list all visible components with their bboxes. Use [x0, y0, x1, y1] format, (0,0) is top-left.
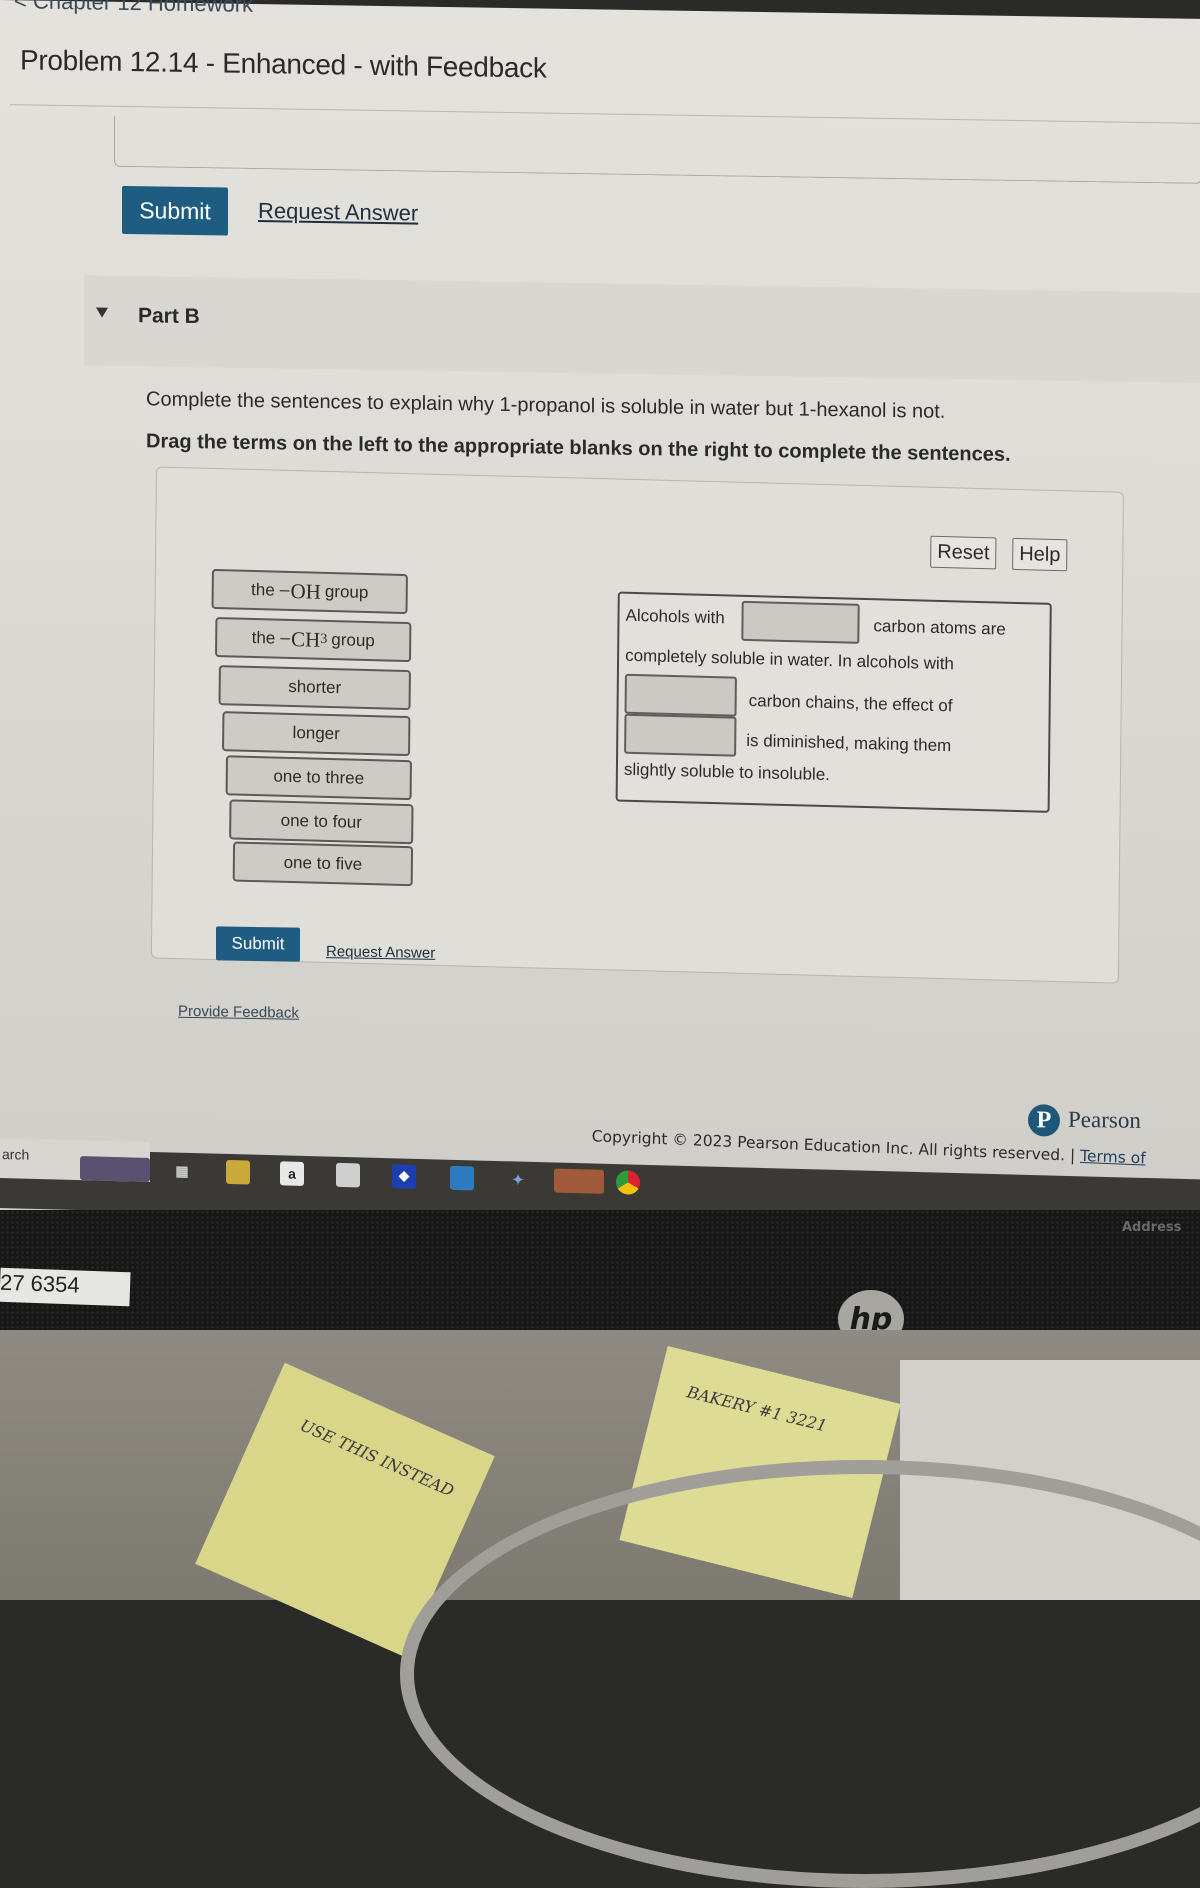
draggable-term-ch3-group[interactable]: the −CH 3 group: [215, 617, 412, 663]
terms-link[interactable]: Terms of: [1080, 1147, 1146, 1168]
draggable-term-oh-group[interactable]: the −OH group: [211, 568, 408, 615]
term-subscript: 3: [320, 631, 328, 647]
task-view-icon[interactable]: ▦: [170, 1158, 194, 1183]
reset-button[interactable]: Reset: [930, 535, 997, 570]
part-b-request-answer-link[interactable]: Request Answer: [326, 943, 435, 962]
sentence-segment: carbon chains, the effect of: [748, 690, 953, 716]
chrome-icon[interactable]: [616, 1170, 640, 1195]
copyright-label: Copyright © 2023 Pearson Education Inc. …: [591, 1127, 1081, 1165]
mail-icon[interactable]: [450, 1165, 474, 1191]
drop-blank-1[interactable]: [741, 600, 860, 644]
part-a-answer-area: [114, 115, 1200, 184]
part-a-request-answer-link[interactable]: Request Answer: [258, 198, 418, 227]
sticky-note-text: BAKERY #1 3221: [685, 1382, 829, 1436]
term-prefix: the: [250, 579, 275, 600]
sentence-segment: carbon atoms are: [873, 616, 1006, 639]
sticky-note-text: USE THIS INSTEAD: [297, 1415, 457, 1501]
sentence-target-box: Alcohols with carbon atoms are completel…: [615, 591, 1052, 813]
draggable-term-longer[interactable]: longer: [222, 711, 411, 757]
amazon-icon[interactable]: a: [280, 1161, 304, 1186]
collapse-caret-icon[interactable]: [96, 307, 108, 318]
term-formula: −OH: [278, 578, 322, 604]
provide-feedback-link[interactable]: Provide Feedback: [178, 1003, 299, 1022]
search-cactus-icon[interactable]: [80, 1156, 150, 1182]
sentence-segment: Alcohols with: [625, 605, 725, 628]
help-button[interactable]: Help: [1012, 537, 1068, 572]
drop-blank-2[interactable]: [624, 673, 737, 717]
draggable-term-one-to-five[interactable]: one to five: [232, 841, 414, 887]
term-prefix: the: [251, 627, 276, 648]
drop-blank-3[interactable]: [624, 713, 737, 757]
browser-viewport: < Chapter 12 Homework Problem 12.14 - En…: [0, 0, 1200, 1249]
copyright-text: Copyright © 2023 Pearson Education Inc. …: [592, 1127, 1146, 1167]
store-icon[interactable]: [336, 1162, 360, 1188]
term-suffix: group: [324, 581, 369, 603]
part-b-label[interactable]: Part B: [138, 304, 200, 329]
edge-icon[interactable]: [554, 1168, 604, 1194]
term-formula: −CH: [279, 626, 321, 652]
dropbox-icon[interactable]: ❖: [392, 1164, 416, 1189]
part-b-submit-button[interactable]: Submit: [216, 926, 300, 962]
pearson-logo-icon: P: [1028, 1104, 1060, 1137]
part-b-header[interactable]: [84, 275, 1200, 383]
breadcrumb[interactable]: < Chapter 12 Homework: [14, 0, 253, 18]
part-a-submit-button[interactable]: Submit: [122, 185, 228, 236]
sentence-segment: is diminished, making them: [746, 730, 952, 756]
draggable-term-shorter[interactable]: shorter: [218, 665, 411, 711]
sentence-segment: completely soluble in water. In alcohols…: [625, 645, 955, 674]
drag-and-drop-area: Reset Help the −OH group the −CH 3 group …: [150, 466, 1124, 984]
draggable-term-one-to-three[interactable]: one to three: [225, 755, 412, 801]
pearson-brand: Pearson: [1068, 1106, 1141, 1133]
page-title: Problem 12.14 - Enhanced - with Feedback: [20, 44, 547, 84]
label-sticker: 27 6354: [0, 1267, 131, 1307]
term-suffix: group: [331, 630, 375, 651]
file-explorer-icon[interactable]: [226, 1159, 250, 1185]
draggable-term-one-to-four[interactable]: one to four: [229, 799, 414, 845]
drag-instruction: Drag the terms on the left to the approp…: [146, 430, 1011, 466]
question-prompt: Complete the sentences to explain why 1-…: [146, 388, 946, 423]
sentence-segment: slightly soluble to insoluble.: [623, 759, 831, 785]
app-icon[interactable]: ✦: [506, 1167, 530, 1192]
search-label: arch: [2, 1146, 30, 1163]
address-text: Address: [1122, 1220, 1182, 1235]
